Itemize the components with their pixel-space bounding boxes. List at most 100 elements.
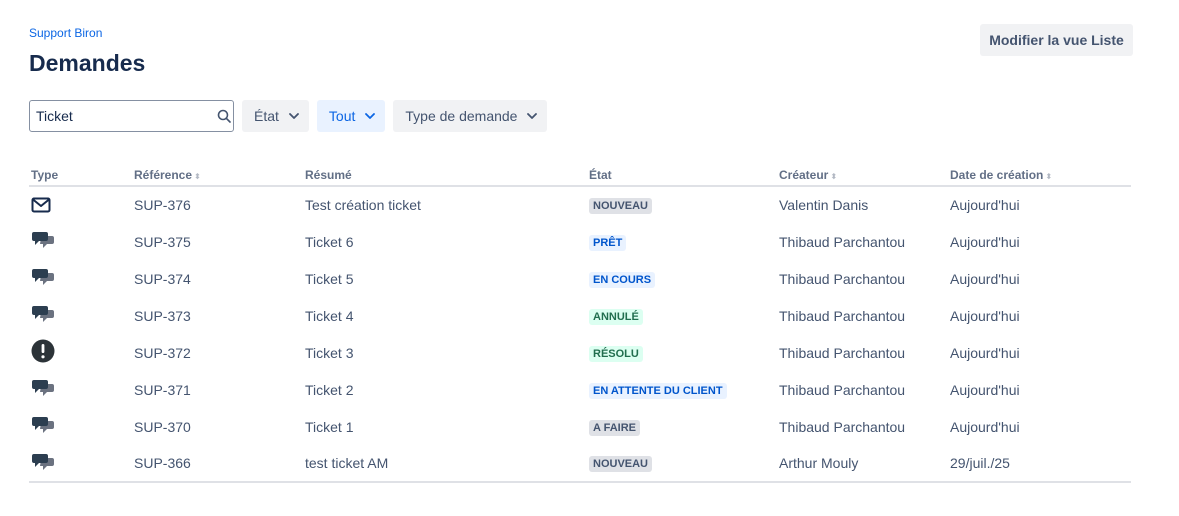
table-row[interactable]: SUP-376 Test création ticket NOUVEAU Valent… (29, 186, 1131, 223)
type-cell (29, 186, 132, 223)
created-date-cell: 29/juil./25 (948, 445, 1131, 483)
type-cell (29, 260, 132, 297)
reference-cell[interactable]: SUP-376 (132, 186, 303, 223)
summary-cell[interactable]: Ticket 4 (303, 297, 587, 334)
created-date: Aujourd'hui (950, 233, 1020, 250)
created-date: Aujourd'hui (950, 197, 1020, 213)
breadcrumb[interactable]: Support Biron (29, 26, 102, 40)
request-type-filter-dropdown[interactable]: Type de demande (393, 100, 548, 132)
summary-cell[interactable]: Ticket 5 (303, 260, 587, 297)
created-date-cell: Aujourd'hui (948, 297, 1131, 334)
column-header-type: Type (29, 164, 132, 187)
ticket-reference-link[interactable]: SUP-374 (134, 271, 191, 287)
reference-cell[interactable]: SUP-375 (132, 223, 303, 260)
table-row[interactable]: SUP-372 Ticket 3 RÉSOLU Thibaud Parchantou A… (29, 334, 1131, 371)
chevron-down-icon (527, 111, 538, 121)
table-row[interactable]: SUP-366 test ticket AM NOUVEAU Arthur Mouly… (29, 445, 1131, 483)
status-badge: A FAIRE (589, 419, 640, 436)
status-badge: NOUVEAU (589, 198, 653, 214)
ticket-reference-link[interactable]: SUP-372 (134, 345, 191, 361)
created-date: Aujourd'hui (950, 307, 1020, 324)
created-date-cell: Aujourd'hui (948, 334, 1131, 371)
email-icon (31, 193, 55, 217)
search-box[interactable] (29, 100, 234, 132)
chevron-down-icon (289, 111, 299, 121)
chevron-down-icon (365, 111, 376, 121)
ticket-reference-link[interactable]: SUP-375 (134, 234, 191, 250)
created-date: 29/juil./25 (950, 455, 1010, 471)
summary-cell[interactable]: Ticket 2 (303, 371, 587, 408)
summary-cell[interactable]: Ticket 1 (303, 408, 587, 445)
reference-cell[interactable]: SUP-371 (132, 371, 303, 408)
edit-list-view-button[interactable]: Modifier la vue Liste (980, 24, 1133, 56)
ticket-reference-link[interactable]: SUP-373 (134, 308, 191, 324)
status-badge: EN ATTENTE DU CLIENT (589, 382, 727, 399)
ticket-summary-link[interactable]: Test création ticket (305, 197, 421, 213)
sort-icon[interactable]: ⬍ (1045, 172, 1052, 181)
type-cell (29, 445, 132, 483)
request-type-filter-label: Type de demande (405, 108, 518, 124)
chat-icon (31, 303, 55, 327)
chat-icon (31, 377, 55, 401)
reference-cell[interactable]: SUP-370 (132, 408, 303, 445)
chat-icon (31, 451, 55, 475)
creator-name: Thibaud Parchantou (779, 381, 906, 398)
table-row[interactable]: SUP-371 Ticket 2 EN ATTENTE DU CLIENT Thiba… (29, 371, 1131, 408)
all-filter-dropdown[interactable]: Tout (316, 100, 386, 132)
type-cell (29, 223, 132, 260)
all-filter-label: Tout (328, 108, 356, 124)
ticket-reference-link[interactable]: SUP-366 (134, 455, 191, 471)
search-icon[interactable] (217, 108, 231, 124)
table-row[interactable]: SUP-374 Ticket 5 EN COURS Thibaud Parchanto… (29, 260, 1131, 297)
ticket-summary-link[interactable]: test ticket AM (305, 455, 388, 471)
chat-icon (31, 266, 55, 290)
reference-cell[interactable]: SUP-374 (132, 260, 303, 297)
reference-cell[interactable]: SUP-372 (132, 334, 303, 371)
ticket-summary-link[interactable]: Ticket 4 (305, 308, 354, 324)
ticket-reference-link[interactable]: SUP-370 (134, 419, 191, 435)
ticket-reference-link[interactable]: SUP-376 (134, 197, 191, 213)
status-cell: EN ATTENTE DU CLIENT (587, 371, 777, 408)
ticket-summary-link[interactable]: Ticket 5 (305, 271, 354, 287)
status-badge: RÉSOLU (589, 345, 643, 362)
status-filter-label: État (254, 108, 279, 124)
column-header-created[interactable]: Date de création ⬍ (948, 164, 1131, 187)
ticket-summary-link[interactable]: Ticket 3 (305, 345, 354, 361)
reference-cell[interactable]: SUP-366 (132, 445, 303, 483)
summary-cell[interactable]: Test création ticket (303, 186, 587, 223)
status-cell: NOUVEAU (587, 445, 777, 483)
ticket-reference-link[interactable]: SUP-371 (134, 382, 191, 398)
summary-cell[interactable]: Ticket 6 (303, 223, 587, 260)
page-title: Demandes (29, 50, 146, 76)
type-cell (29, 408, 132, 445)
column-header-reference[interactable]: Référence ⬍ (132, 164, 303, 187)
chat-icon (31, 229, 55, 253)
ticket-summary-link[interactable]: Ticket 2 (305, 382, 354, 398)
table-row[interactable]: SUP-370 Ticket 1 A FAIRE Thibaud Parchantou… (29, 408, 1131, 445)
sort-icon[interactable]: ⬍ (194, 172, 201, 181)
sort-icon[interactable]: ⬍ (830, 172, 837, 181)
ticket-summary-link[interactable]: Ticket 6 (305, 234, 354, 250)
creator-cell: Thibaud Parchantou (777, 408, 948, 445)
column-header-summary: Résumé (303, 164, 587, 187)
creator-name: Thibaud Parchantou (779, 270, 906, 287)
table-row[interactable]: SUP-375 Ticket 6 PRÊT Thibaud Parchantou Auj… (29, 223, 1131, 260)
summary-cell[interactable]: Ticket 3 (303, 334, 587, 371)
search-input[interactable] (36, 108, 217, 124)
chat-icon (31, 414, 55, 438)
creator-name: Thibaud Parchantou (779, 233, 906, 250)
creator-cell: Valentin Danis (777, 186, 948, 223)
summary-cell[interactable]: test ticket AM (303, 445, 587, 483)
type-cell (29, 334, 132, 371)
ticket-summary-link[interactable]: Ticket 1 (305, 419, 354, 435)
status-cell: A FAIRE (587, 408, 777, 445)
status-filter-dropdown[interactable]: État (242, 100, 309, 132)
reference-cell[interactable]: SUP-373 (132, 297, 303, 334)
creator-name: Thibaud Parchantou (779, 344, 906, 361)
column-header-creator[interactable]: Créateur ⬍ (777, 164, 948, 187)
table-row[interactable]: SUP-373 Ticket 4 ANNULÉ Thibaud Parchantou A… (29, 297, 1131, 334)
creator-cell: Thibaud Parchantou (777, 371, 948, 408)
status-cell: RÉSOLU (587, 334, 777, 371)
creator-name: Thibaud Parchantou (779, 307, 906, 324)
column-header-status: État (587, 164, 777, 187)
